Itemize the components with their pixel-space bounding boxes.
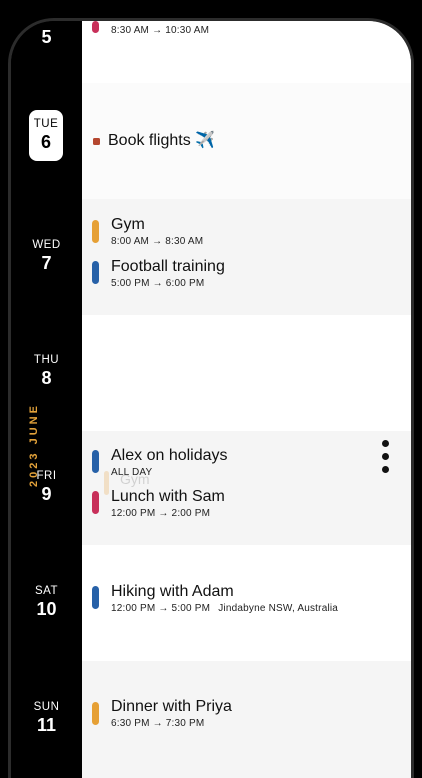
day-5[interactable]: 5 <box>11 25 82 48</box>
day-10[interactable]: SAT 10 <box>11 585 82 620</box>
event-title: Lunch with Sam <box>111 488 225 505</box>
row-bg-day-8 <box>82 315 411 431</box>
event-color-bar <box>92 702 99 725</box>
more-vertical-icon[interactable] <box>375 440 395 476</box>
day-of-week: WED <box>32 239 61 251</box>
event-time: ALL DAY <box>111 467 153 478</box>
day-number: 8 <box>41 368 52 388</box>
event-time: 12:00 PM → 5:00 PM <box>111 603 211 614</box>
more-dot <box>381 466 389 473</box>
event-title: Gym <box>111 216 145 233</box>
event-time: 6:30 PM → 7:30 PM <box>111 718 205 729</box>
event-color-bar <box>92 586 99 609</box>
event-color-bar <box>92 220 99 243</box>
day-of-week: TUE <box>33 118 59 130</box>
event-color-bar <box>92 491 99 514</box>
event-color-bar <box>92 21 99 33</box>
day-number: 6 <box>40 132 51 152</box>
event-title: Alex on holidays <box>111 447 228 464</box>
task-color-square <box>93 138 100 145</box>
event-title: Football training <box>111 258 225 275</box>
day-8[interactable]: THU 8 <box>11 354 82 389</box>
event-time: 8:30 AM → 10:30 AM <box>111 25 210 36</box>
events-panel: 8:30 AM → 10:30 AM Book flights ✈️ Gym 8… <box>82 21 411 778</box>
event-color-bar <box>92 261 99 284</box>
event-color-bar <box>92 450 99 473</box>
day-column: 5 TUE 6 WED 7 THU 8 2023 JUNE FRI 9 SAT … <box>11 21 82 778</box>
day-of-week: FRI <box>36 470 57 482</box>
calendar-screen: 5 TUE 6 WED 7 THU 8 2023 JUNE FRI 9 SAT … <box>11 21 411 778</box>
device-frame: 5 TUE 6 WED 7 THU 8 2023 JUNE FRI 9 SAT … <box>8 18 414 778</box>
day-6-today[interactable]: TUE 6 <box>29 110 63 161</box>
event-title: Dinner with Priya <box>111 698 232 715</box>
day-11[interactable]: SUN 11 <box>11 701 82 736</box>
day-of-week: THU <box>33 354 60 366</box>
more-dot <box>381 453 389 460</box>
day-number: 5 <box>41 27 52 47</box>
event-title: Hiking with Adam <box>111 583 234 600</box>
event-time: 8:00 AM → 8:30 AM <box>111 236 204 247</box>
day-7[interactable]: WED 7 <box>11 239 82 274</box>
event-time: 5:00 PM → 6:00 PM <box>111 278 205 289</box>
event-time-location: 12:00 PM → 5:00 PM Jindabyne NSW, Austral… <box>111 603 338 614</box>
event-location: Jindabyne NSW, Australia <box>218 603 339 614</box>
day-of-week: SAT <box>34 585 58 597</box>
day-number: 11 <box>36 715 57 735</box>
day-number: 7 <box>41 253 52 273</box>
more-dot <box>381 440 389 447</box>
day-of-week: SUN <box>33 701 60 713</box>
day-9[interactable]: FRI 9 <box>11 470 82 505</box>
day-number: 9 <box>41 484 52 504</box>
day-number: 10 <box>36 599 57 619</box>
ghost-color-bar <box>104 471 109 495</box>
event-time: 12:00 PM → 2:00 PM <box>111 508 211 519</box>
event-title: Book flights ✈️ <box>108 132 216 149</box>
